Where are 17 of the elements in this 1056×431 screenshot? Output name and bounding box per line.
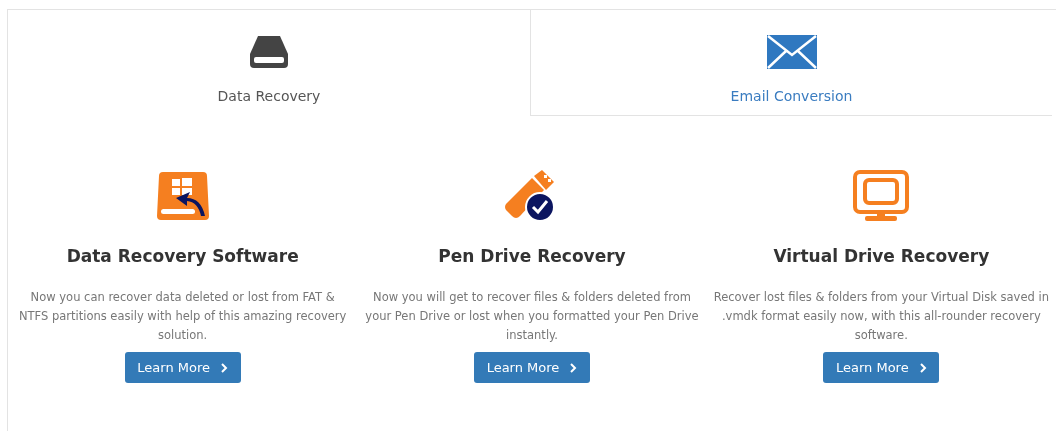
product-description: Now you will get to recover files & folders deleted from your Pen Drive or lost when you formatted your Pen Drive instantly. (364, 289, 700, 344)
monitor-icon (853, 170, 910, 222)
product-description: Now you can recover data deleted or lost from FAT & NTFS partitions easily with help of this amazing recovery solution. (17, 289, 348, 344)
product-description: Recover lost files & folders from your Virtual Disk saved in .vmdk format easily now, with this all-rounder recovery software. (713, 289, 1050, 344)
learn-more-button[interactable]: Learn More (124, 352, 241, 383)
product-title: Data Recovery Software (66, 246, 299, 266)
product-title: Pen Drive Recovery (438, 246, 626, 266)
envelope-icon (766, 35, 817, 69)
chevron-right-icon (220, 362, 228, 373)
learn-more-button[interactable]: Learn More (474, 352, 590, 383)
hard-drive-icon (250, 35, 288, 69)
product-title: Virtual Drive Recovery (773, 246, 990, 266)
learn-more-button[interactable]: Learn More (823, 352, 940, 383)
tab[interactable]: Email Conversion (530, 10, 1052, 116)
chevron-right-icon (918, 362, 927, 373)
drive-restore-icon (156, 170, 209, 222)
chevron-right-icon (569, 362, 578, 373)
